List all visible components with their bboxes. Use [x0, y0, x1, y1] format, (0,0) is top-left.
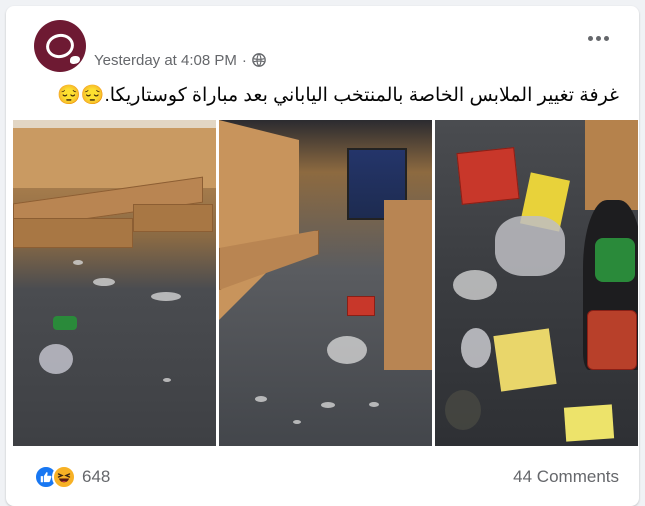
globe-icon [252, 53, 266, 67]
meta-separator: · [241, 51, 247, 69]
post-footer: 648 44 Comments [6, 454, 639, 500]
more-options-icon[interactable] [588, 36, 609, 41]
post-meta: Yesterday at 4:08 PM · [94, 50, 266, 70]
avatar-logo-mark [70, 56, 80, 64]
post-card: Yesterday at 4:08 PM · غرفة تغيير الملاب… [6, 6, 639, 506]
post-text: غرفة تغيير الملابس الخاصة بالمنتخب الياب… [57, 85, 619, 106]
post-timestamp[interactable]: Yesterday at 4:08 PM [94, 52, 237, 69]
avatar[interactable] [34, 20, 86, 72]
reaction-icons [34, 465, 76, 489]
reactions-summary[interactable]: 648 [34, 465, 110, 489]
comments-count-link[interactable]: 44 Comments [513, 467, 619, 487]
haha-icon [52, 465, 76, 489]
reaction-count: 648 [82, 467, 111, 486]
locker-room-photo-3[interactable] [435, 120, 638, 446]
locker-room-photo-1[interactable] [13, 120, 216, 446]
locker-room-photo-2[interactable] [219, 120, 432, 446]
photo-gallery [13, 120, 638, 446]
